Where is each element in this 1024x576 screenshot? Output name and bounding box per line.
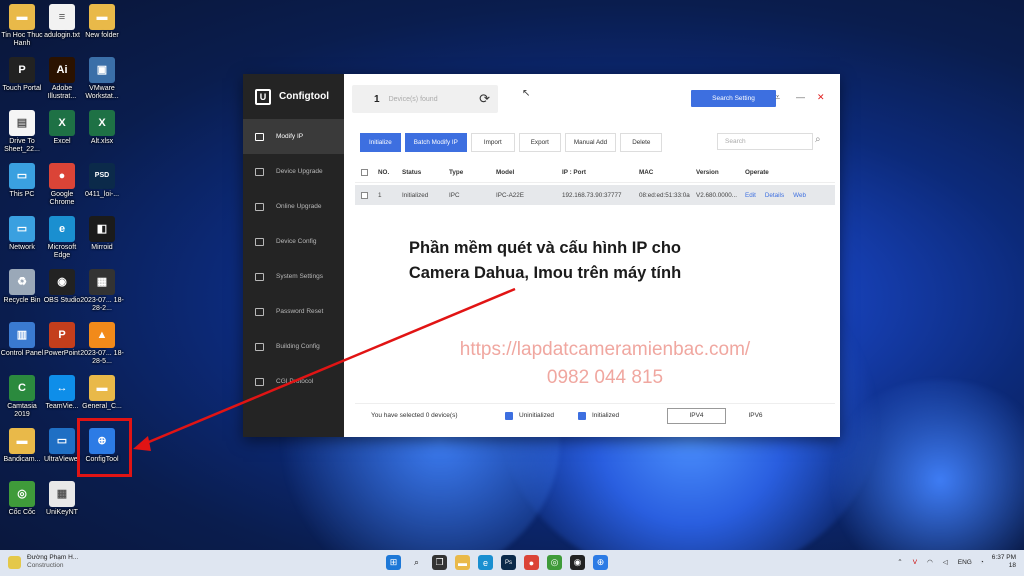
photoshop-icon[interactable]: Ps	[501, 555, 516, 570]
wifi-signal-icon: ◔	[979, 558, 984, 566]
obs-icon[interactable]: ◉	[570, 555, 585, 570]
coccoc-icon[interactable]: ◎	[547, 555, 562, 570]
taskbar-apps: ⊞ ⌕ ❐ ▬ e Ps ● ◎ ◉ ⊕	[386, 555, 616, 570]
volume-icon[interactable]: ◁	[943, 558, 948, 566]
weather-line-1: Đường Phạm H...	[27, 554, 79, 561]
wifi-icon[interactable]: ◠	[927, 558, 933, 566]
clock-time: 6:37 PM	[991, 554, 1016, 561]
weather-icon	[8, 555, 21, 569]
weather-widget[interactable]: Đường Phạm H... Construction	[8, 554, 78, 570]
chevron-up-icon[interactable]: ⌃	[897, 558, 902, 566]
system-tray: ⌃ V ◠ ◁ ENG ◔ 6:37 PM 18	[897, 554, 1016, 570]
clock-date: 18	[1008, 562, 1016, 569]
task-view-icon[interactable]: ❐	[432, 555, 447, 570]
chrome-icon[interactable]: ●	[524, 555, 539, 570]
taskbar: Đường Phạm H... Construction ⊞ ⌕ ❐ ▬ e P…	[0, 550, 1024, 576]
search-icon[interactable]: ⌕	[409, 555, 424, 570]
weather-line-2: Construction	[27, 562, 64, 569]
configtool-taskbar-icon[interactable]: ⊕	[593, 555, 608, 570]
lang-indicator[interactable]: ENG	[958, 559, 972, 566]
clock[interactable]: 6:37 PM 18	[992, 554, 1016, 570]
file-explorer-icon[interactable]: ▬	[455, 555, 470, 570]
unikey-tray-icon[interactable]: V	[913, 559, 917, 566]
pointer-arrow	[133, 287, 516, 451]
start-icon[interactable]: ⊞	[386, 555, 401, 570]
edge-icon[interactable]: e	[478, 555, 493, 570]
